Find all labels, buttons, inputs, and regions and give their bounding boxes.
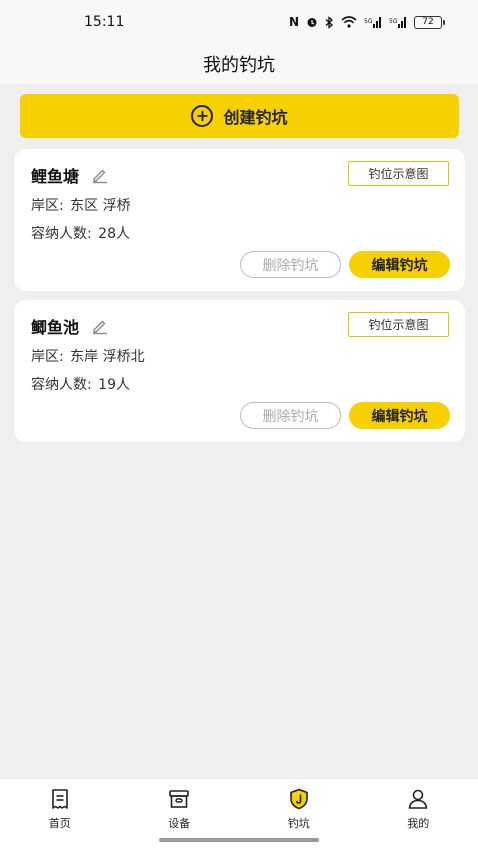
seat-map-button[interactable]: 钓位示意图	[348, 312, 449, 337]
pond-card: 鲤鱼塘 钓位示意图 岸区: 东区 浮桥 容纳人数: 28人 删除钓坑 编辑钓坑	[14, 149, 465, 291]
capacity-label: 容纳人数:	[31, 226, 92, 242]
plus-circle-icon: +	[191, 105, 214, 127]
capacity-line: 容纳人数: 19人	[31, 374, 130, 394]
area-label: 岸区:	[31, 198, 64, 214]
area-label: 岸区:	[31, 349, 64, 365]
edit-pond-button[interactable]: 编辑钓坑	[349, 402, 450, 429]
area-line: 岸区: 东岸 浮桥北	[31, 346, 145, 366]
status-time: 15:11	[84, 14, 125, 30]
svg-text:5G: 5G	[389, 18, 398, 25]
tab-ponds-label: 钓坑	[287, 817, 310, 830]
capacity-line: 容纳人数: 28人	[31, 223, 130, 243]
delete-pond-button[interactable]: 删除钓坑	[240, 402, 341, 429]
pond-name: 鲤鱼塘	[31, 167, 80, 186]
pond-title: 鲤鱼塘	[31, 163, 109, 187]
area-value: 东区 浮桥	[70, 198, 131, 214]
pond-card: 鲫鱼池 钓位示意图 岸区: 东岸 浮桥北 容纳人数: 19人 删除钓坑 编辑钓坑	[14, 300, 465, 442]
area-value: 东岸 浮桥北	[70, 349, 145, 365]
area-line: 岸区: 东区 浮桥	[31, 195, 131, 215]
tab-devices-label: 设备	[168, 817, 191, 830]
user-icon	[408, 789, 428, 809]
wifi-icon	[341, 16, 357, 28]
tab-profile[interactable]: 我的	[359, 779, 478, 850]
pond-title: 鲫鱼池	[31, 314, 109, 338]
page-title: 我的钓坑	[203, 55, 275, 76]
status-icons: N 5G 5G 72	[288, 15, 445, 29]
svg-text:5G: 5G	[364, 18, 373, 25]
edit-name-icon[interactable]	[91, 166, 109, 184]
alarm-icon	[307, 18, 317, 27]
shield-icon	[289, 788, 308, 810]
create-pond-label: 创建钓坑	[223, 108, 288, 127]
receipt-icon	[51, 789, 68, 809]
nfc-icon: N	[288, 15, 299, 29]
signal-icon-2: 5G	[389, 17, 406, 28]
capacity-label: 容纳人数:	[31, 377, 92, 393]
delete-pond-button[interactable]: 删除钓坑	[240, 251, 341, 278]
capacity-value: 28人	[98, 226, 130, 242]
signal-icon: 5G	[364, 17, 381, 28]
home-indicator[interactable]	[159, 838, 319, 842]
seat-map-button[interactable]: 钓位示意图	[348, 161, 449, 186]
edit-name-icon[interactable]	[91, 317, 109, 335]
box-icon	[169, 790, 190, 808]
tab-home[interactable]: 首页	[0, 779, 120, 850]
tab-home-label: 首页	[48, 817, 71, 830]
edit-pond-button[interactable]: 编辑钓坑	[349, 251, 450, 278]
tab-profile-label: 我的	[407, 817, 430, 830]
page-title-bar: 我的钓坑	[0, 44, 478, 84]
status-bar: 15:11 N 5G 5G 72	[0, 0, 478, 44]
bluetooth-icon	[325, 15, 333, 29]
pond-name: 鲫鱼池	[31, 318, 80, 337]
create-pond-button[interactable]: + 创建钓坑	[20, 94, 459, 138]
battery-icon: 72	[414, 15, 445, 29]
capacity-value: 19人	[98, 377, 130, 393]
